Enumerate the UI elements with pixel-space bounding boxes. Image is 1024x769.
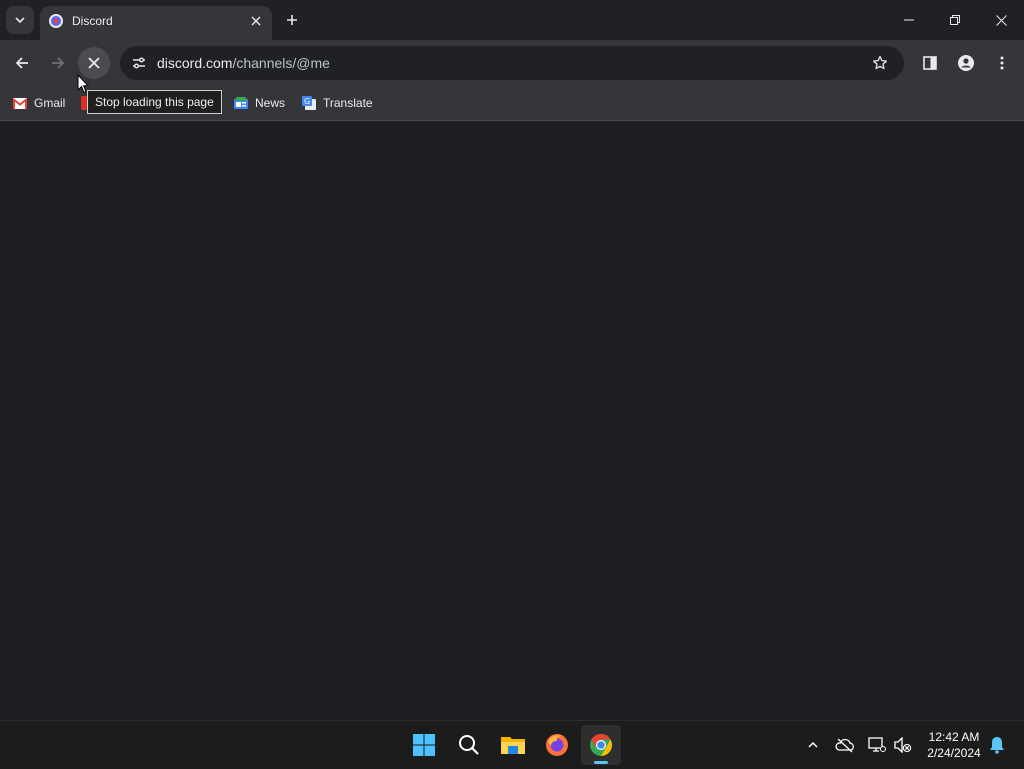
notifications-button[interactable] — [985, 733, 1009, 757]
file-explorer-icon — [501, 737, 525, 754]
bookmark-translate[interactable]: G Translate — [301, 93, 373, 113]
tab-search-button[interactable] — [6, 6, 34, 34]
tab-discord[interactable]: Discord — [40, 6, 272, 40]
page-content — [0, 121, 1024, 720]
volume-muted-icon — [894, 737, 912, 753]
menu-button[interactable] — [986, 47, 1018, 79]
url-text: discord.com/channels/@me — [157, 55, 330, 71]
search-icon — [459, 735, 479, 755]
bookmark-gmail[interactable]: Gmail — [12, 93, 65, 113]
url-path: /channels/@me — [232, 55, 330, 71]
clock-time: 12:42 AM — [928, 730, 980, 744]
show-hidden-icons-button[interactable] — [801, 733, 825, 757]
browser-toolbar: discord.com/channels/@me — [0, 40, 1024, 86]
minimize-icon — [904, 19, 914, 21]
close-window-button[interactable] — [978, 0, 1024, 40]
bookmark-label: Translate — [323, 96, 373, 110]
firefox-icon — [546, 734, 568, 756]
bookmark-label: News — [255, 96, 286, 110]
discord-logo-icon — [49, 14, 63, 28]
chevron-down-icon — [15, 17, 25, 24]
stop-loading-tooltip: Stop loading this page — [87, 90, 222, 114]
plus-icon — [287, 15, 297, 25]
svg-text:G: G — [304, 97, 310, 106]
restore-button[interactable] — [932, 0, 978, 40]
tune-icon — [133, 57, 145, 69]
minimize-button[interactable] — [886, 0, 932, 40]
site-info-button[interactable] — [126, 50, 152, 76]
tab-strip: Discord — [0, 0, 1024, 40]
onedrive-button[interactable] — [833, 733, 857, 757]
bookmark-label: Gmail — [34, 96, 66, 110]
clock-date: 2/24/2024 — [927, 746, 981, 760]
news-icon — [233, 95, 249, 111]
tab-title: Discord — [72, 14, 113, 28]
volume-button[interactable] — [891, 733, 915, 757]
file-explorer-button[interactable] — [493, 725, 533, 765]
bell-icon — [990, 737, 1004, 754]
profile-button[interactable] — [950, 47, 982, 79]
side-panel-button[interactable] — [914, 47, 946, 79]
close-icon — [995, 14, 1007, 26]
taskbar-search-button[interactable] — [449, 725, 489, 765]
chevron-up-icon — [808, 741, 818, 748]
windows-start-icon — [413, 734, 435, 756]
mouse-cursor-icon — [77, 74, 89, 94]
bookmark-star-button[interactable] — [870, 53, 890, 73]
back-button[interactable] — [6, 47, 38, 79]
new-tab-button[interactable] — [280, 8, 304, 32]
network-icon — [868, 737, 886, 752]
address-bar[interactable]: discord.com/channels/@me — [120, 46, 904, 80]
gmail-icon — [12, 95, 28, 111]
url-host: discord.com — [157, 55, 233, 71]
star-icon — [872, 55, 888, 70]
bookmark-news[interactable]: News — [233, 93, 285, 113]
translate-icon: G — [301, 95, 317, 111]
close-icon — [251, 16, 261, 26]
restore-icon — [950, 15, 960, 25]
active-app-indicator — [594, 761, 608, 764]
chrome-icon — [590, 734, 612, 756]
windows-taskbar: 12:42 AM 2/24/2024 — [0, 720, 1024, 769]
network-button[interactable] — [865, 733, 889, 757]
cloud-off-icon — [835, 738, 854, 753]
forward-button[interactable] — [42, 47, 74, 79]
tab-close-button[interactable] — [248, 13, 264, 29]
arrow-right-icon — [52, 57, 65, 69]
close-icon — [88, 57, 100, 69]
arrow-left-icon — [15, 57, 28, 69]
taskbar-clock[interactable]: 12:42 AM 2/24/2024 — [920, 729, 988, 761]
firefox-button[interactable] — [537, 725, 577, 765]
person-icon — [958, 55, 974, 71]
start-button[interactable] — [404, 725, 444, 765]
chrome-button[interactable] — [581, 725, 621, 765]
side-panel-icon — [923, 56, 937, 70]
more-vert-icon — [1000, 56, 1004, 70]
